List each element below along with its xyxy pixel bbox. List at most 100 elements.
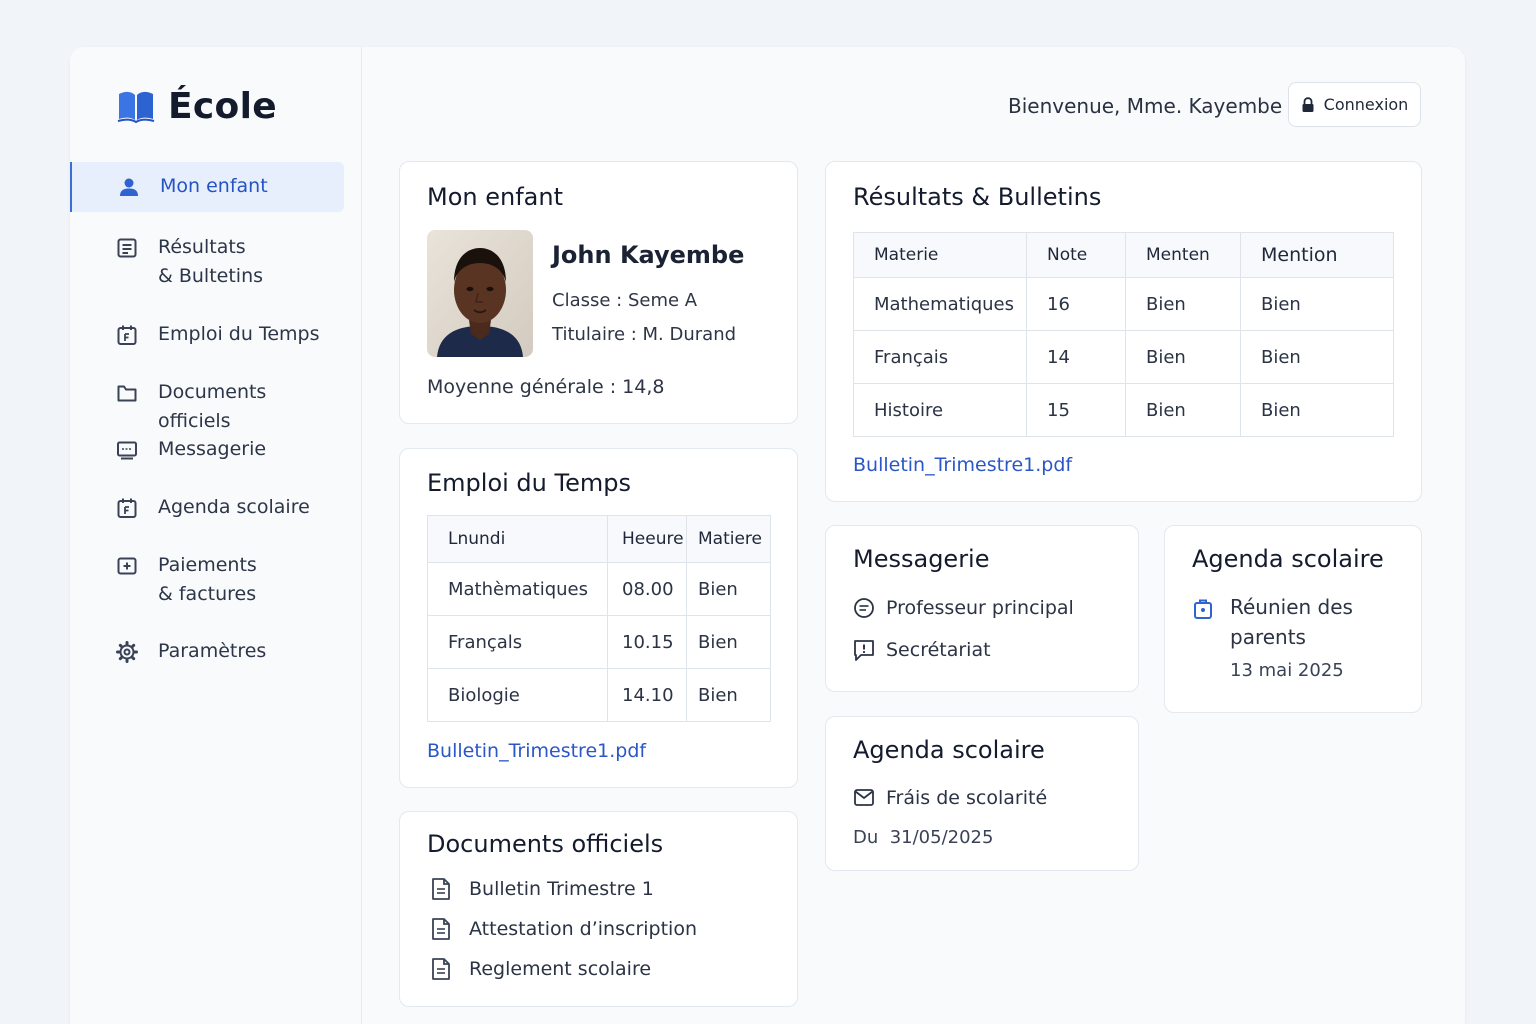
table-cell: Bien: [1240, 277, 1394, 331]
column-header: Menten: [1125, 232, 1241, 278]
lock-icon: [1302, 96, 1314, 112]
column-header: Materie: [853, 232, 1027, 278]
agenda-card: Agenda scolaire Réunien des parents 13 m…: [1164, 525, 1422, 713]
table-row: Françals 10.15 Bien: [427, 615, 771, 669]
sidebar-item-label: Emploi du Temps: [158, 323, 320, 345]
messaging-card: Messagerie Professeur principal Secrétar…: [825, 525, 1139, 692]
card-title: Emploi du Temps: [427, 469, 631, 497]
table-cell: Français: [853, 330, 1027, 384]
sidebar-item-emploi[interactable]: Emploi du Temps: [70, 320, 344, 352]
column-header: Note: [1026, 232, 1126, 278]
child-card: Mon enfant John Kayembe Classe : Seme A …: [399, 161, 798, 424]
app-window: École Mon enfant Résultats & Bultetins E…: [70, 47, 1465, 1024]
table-row: Biologie 14.10 Bien: [427, 668, 771, 722]
sidebar-item-agenda[interactable]: Agenda scolaire: [70, 493, 344, 525]
chat-bubble-icon: [854, 598, 874, 618]
calendar-icon: [117, 325, 137, 345]
document-item[interactable]: Bulletin Trimestre 1: [430, 877, 654, 901]
card-title: Mon enfant: [427, 183, 563, 211]
table-cell: Françals: [427, 615, 608, 669]
results-card: Résultats & Bulletins Materie Note Mente…: [825, 161, 1422, 502]
child-class: Classe : Seme A: [552, 290, 698, 311]
table-row: Histoire 15 Bien Bien: [853, 383, 1394, 437]
card-title: Documents officiels: [427, 830, 664, 858]
sidebar-item-messagerie[interactable]: Messagerie: [70, 435, 344, 467]
sidebar-item-mon-enfant[interactable]: Mon enfant: [70, 162, 344, 212]
fees-label: Fráis de scolarité: [886, 787, 1048, 809]
document-label: Attestation d’inscription: [469, 918, 697, 940]
bulletin-pdf-link[interactable]: Bulletin_Trimestre1.pdf: [427, 740, 646, 762]
payment-icon: [117, 557, 137, 575]
message-contact-label: Professeur principal: [886, 597, 1074, 619]
timetable-card: Emploi du Temps Lnundi Heeure Matiere Ma…: [399, 448, 798, 788]
sidebar-item-parametres[interactable]: Paramètres: [70, 637, 344, 669]
sidebar-item-label: Mon enfant: [160, 175, 268, 197]
table-cell: 16: [1026, 277, 1126, 331]
column-header: Mention: [1240, 232, 1394, 278]
login-label: Connexion: [1323, 95, 1409, 114]
table-cell: Mathèmatiques: [427, 562, 608, 616]
results-table: Materie Note Menten Mention Mathematique…: [853, 232, 1394, 437]
table-cell: Histoire: [853, 383, 1027, 437]
sidebar-item-label: Résultats & Bultetins: [158, 236, 264, 287]
fees-due-date: Du 31/05/2025: [853, 827, 994, 848]
card-title: Agenda scolaire: [853, 736, 1045, 764]
list-icon: [117, 238, 137, 258]
document-label: Reglement scolaire: [469, 958, 652, 980]
documents-card: Documents officiels Bulletin Trimestre 1…: [399, 811, 798, 1007]
table-cell: Bien: [686, 668, 771, 722]
table-cell: Bien: [1125, 383, 1241, 437]
welcome-message: Bienvenue, Mme. Kayembe: [1008, 94, 1283, 118]
child-average: Moyenne générale : 14,8: [427, 376, 665, 398]
column-header: Heeure: [607, 515, 687, 563]
table-cell: 15: [1026, 383, 1126, 437]
document-item[interactable]: Reglement scolaire: [430, 957, 651, 981]
mail-icon: [854, 789, 874, 806]
sidebar-item-paiements[interactable]: Paiements & factures: [70, 551, 344, 613]
timetable-table: Lnundi Heeure Matiere Mathèmatiques 08.0…: [427, 515, 771, 722]
child-photo: [427, 230, 533, 357]
gear-icon: [116, 641, 138, 663]
column-header: Lnundi: [427, 515, 608, 563]
sidebar-item-documents[interactable]: Documents officiels: [70, 378, 344, 432]
document-icon: [432, 918, 450, 940]
table-cell: Bien: [686, 562, 771, 616]
message-icon: [117, 441, 137, 460]
agenda-event-date: 13 mai 2025: [1230, 660, 1344, 681]
table-row: Mathematiques 16 Bien Bien: [853, 277, 1394, 331]
sidebar-item-resultats[interactable]: Résultats & Bultetins: [70, 233, 344, 295]
table-cell: 08.00: [607, 562, 687, 616]
card-title: Résultats & Bulletins: [853, 183, 1102, 211]
message-contact-item[interactable]: Professeur principal: [853, 596, 1074, 620]
table-cell: 14.10: [607, 668, 687, 722]
bulletin-pdf-link[interactable]: Bulletin_Trimestre1.pdf: [853, 454, 1072, 476]
table-cell: Biologie: [427, 668, 608, 722]
message-contact-label: Secrétariat: [886, 639, 991, 661]
sidebar-item-label: Messagerie: [158, 438, 267, 460]
alert-message-icon: [854, 640, 874, 661]
document-label: Bulletin Trimestre 1: [469, 878, 654, 900]
sidebar: École Mon enfant Résultats & Bultetins E…: [70, 47, 362, 1024]
brand[interactable]: École: [117, 85, 277, 127]
table-header-row: Lnundi Heeure Matiere: [427, 515, 771, 563]
fees-agenda-card: Agenda scolaire Fráis de scolarité Du 31…: [825, 716, 1139, 871]
table-cell: Bien: [686, 615, 771, 669]
card-title: Agenda scolaire: [1192, 545, 1384, 573]
table-header-row: Materie Note Menten Mention: [853, 232, 1394, 278]
table-cell: Bien: [1240, 330, 1394, 384]
fees-item[interactable]: Fráis de scolarité: [853, 786, 1047, 810]
document-icon: [432, 878, 450, 900]
app-title: École: [168, 85, 277, 127]
table-cell: Mathematiques: [853, 277, 1027, 331]
table-row: Mathèmatiques 08.00 Bien: [427, 562, 771, 616]
calendar-icon: [117, 498, 137, 518]
user-icon: [120, 178, 138, 196]
table-cell: Bien: [1125, 277, 1241, 331]
child-name: John Kayembe: [552, 241, 745, 269]
login-button[interactable]: Connexion: [1288, 82, 1421, 127]
folder-icon: [117, 385, 137, 402]
message-contact-item[interactable]: Secrétariat: [853, 638, 991, 662]
document-item[interactable]: Attestation d’inscription: [430, 917, 697, 941]
table-row: Français 14 Bien Bien: [853, 330, 1394, 384]
sidebar-item-label: Paiements & factures: [158, 554, 257, 605]
